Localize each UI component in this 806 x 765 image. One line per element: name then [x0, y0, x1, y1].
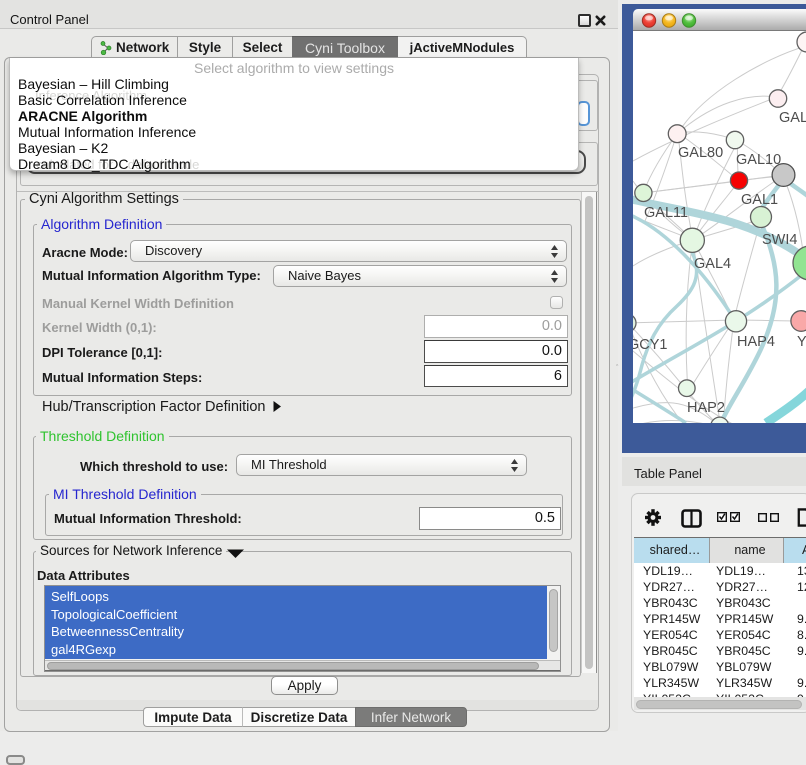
- svg-text:GAL1: GAL1: [741, 192, 778, 208]
- svg-text:GAL11: GAL11: [644, 205, 688, 221]
- svg-text:GAL10: GAL10: [736, 152, 781, 168]
- svg-text:YM: YM: [797, 334, 806, 350]
- svg-text:SWI4: SWI4: [762, 232, 797, 248]
- svg-text:GAL80: GAL80: [678, 145, 723, 161]
- svg-text:HAP4: HAP4: [737, 334, 775, 350]
- svg-text:GAL7: GAL7: [779, 110, 806, 126]
- svg-text:GAL4: GAL4: [694, 256, 731, 272]
- svg-text:HAP2: HAP2: [687, 400, 725, 416]
- svg-text:GCY1: GCY1: [633, 337, 668, 353]
